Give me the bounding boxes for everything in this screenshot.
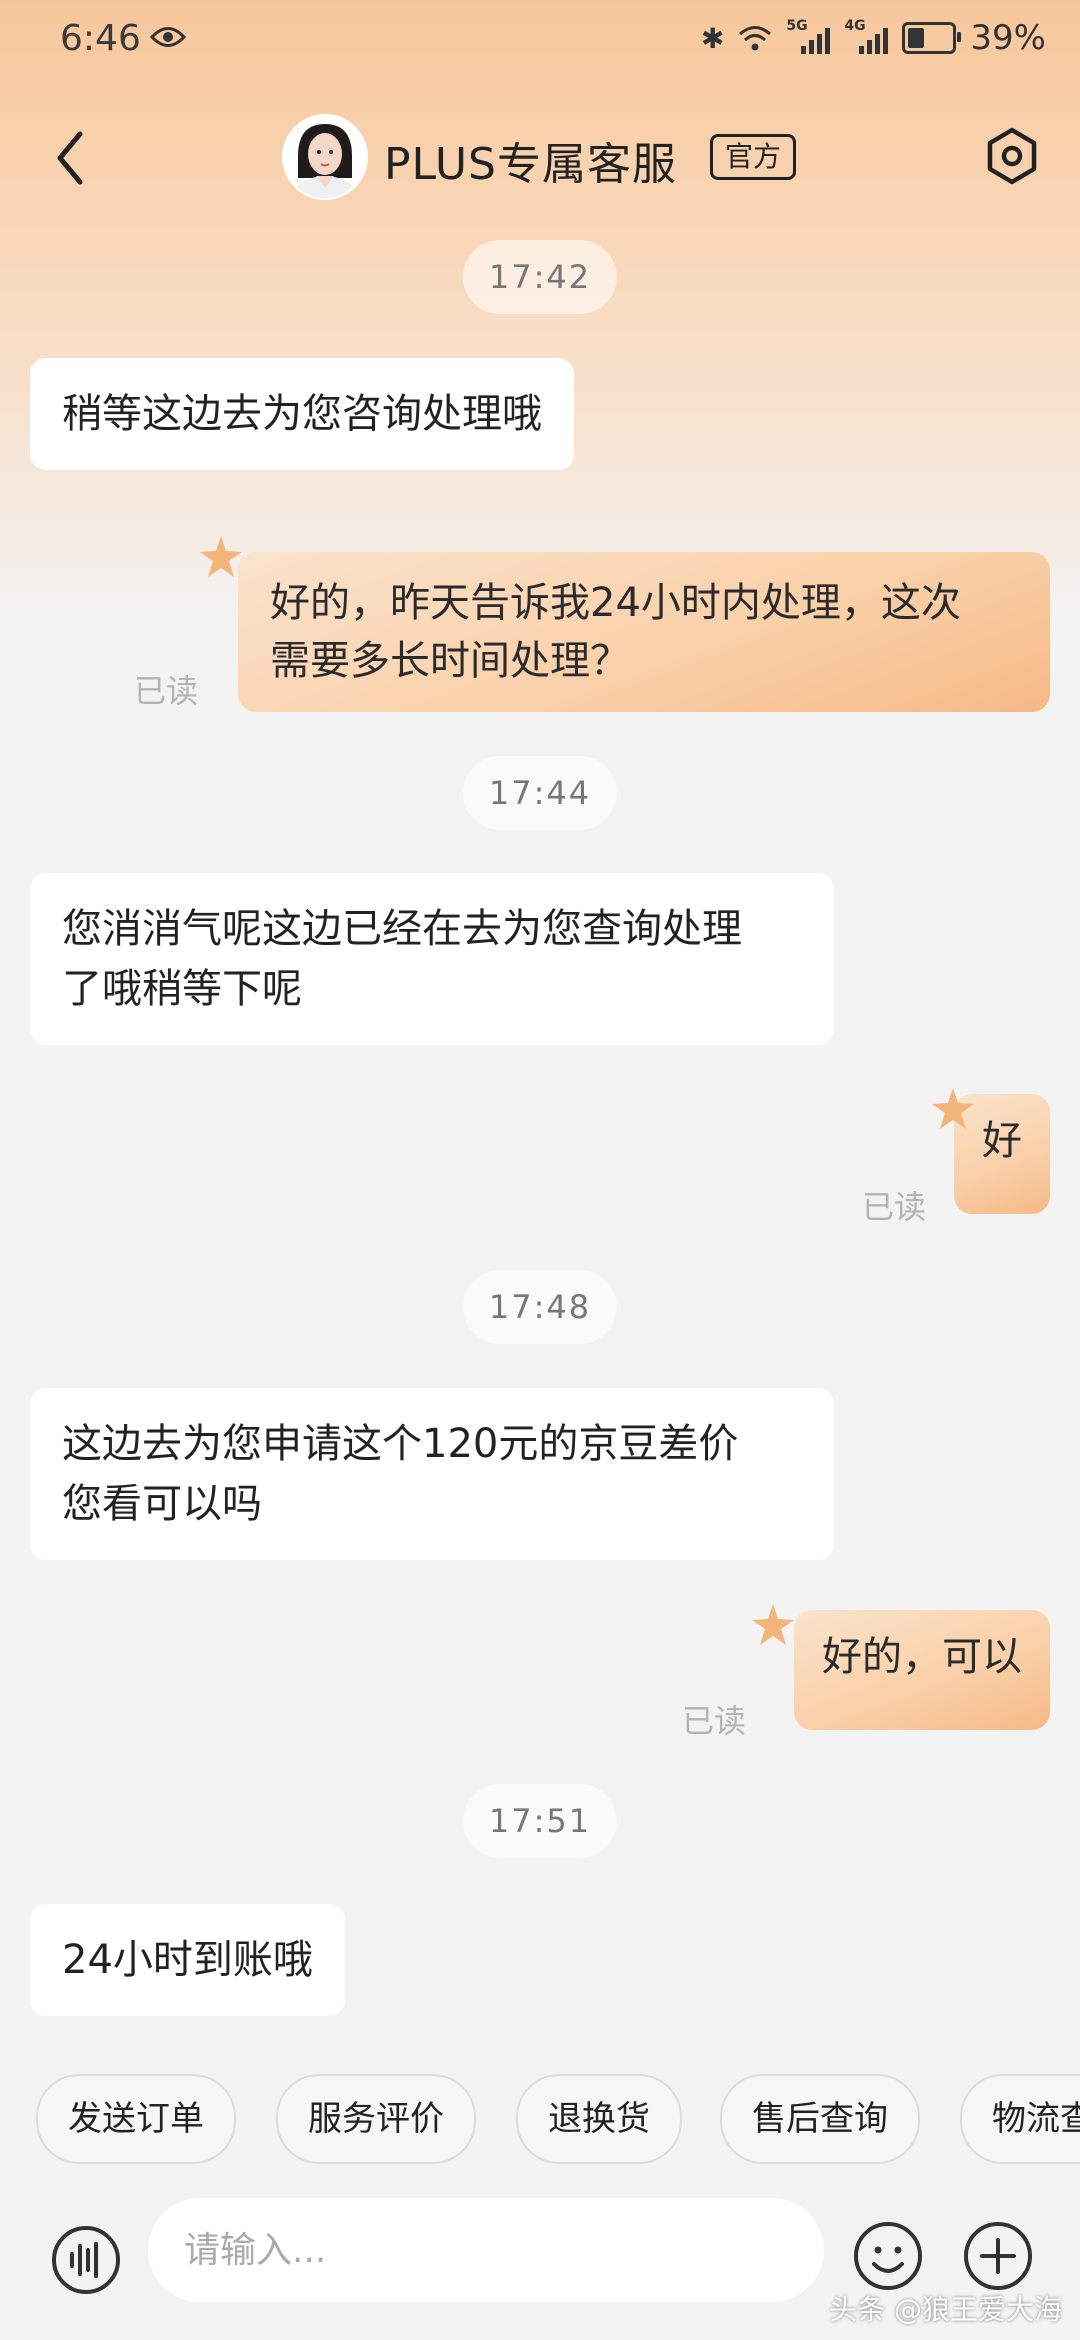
- timestamp-pill: 17:42: [462, 240, 618, 314]
- incoming-message: 这边去为您申请这个120元的京豆差价 您看可以吗: [30, 1388, 834, 1560]
- message-line: 好的，昨天告诉我24小时内处理，这次: [270, 580, 961, 626]
- outgoing-message: 好的，昨天告诉我24小时内处理，这次 需要多长时间处理？: [238, 552, 1050, 712]
- read-status: 已读: [682, 1702, 747, 1740]
- eye-icon: [150, 27, 186, 47]
- battery-icon: [902, 22, 962, 54]
- bluetooth-icon: ✱: [700, 21, 725, 55]
- incoming-message: 24小时到账哦: [30, 1904, 345, 2016]
- message-text: 24小时到账哦: [62, 1937, 313, 1983]
- quick-action-logistics[interactable]: 物流查: [960, 2074, 1080, 2164]
- message-line: 您看可以吗: [62, 1481, 262, 1527]
- message-line: 您消消气呢这边已经在去为您查询处理: [62, 906, 742, 952]
- star-decoration-icon: [932, 1088, 974, 1129]
- emoji-icon[interactable]: [852, 2220, 924, 2292]
- message-line: 需要多长时间处理？: [270, 638, 630, 684]
- quick-action-service-review[interactable]: 服务评价: [276, 2074, 476, 2164]
- timestamp-pill: 17:51: [462, 1784, 618, 1858]
- official-badge: 官方: [710, 134, 797, 180]
- status-icons: ✱ 5G 4G 39%: [701, 18, 1046, 58]
- add-more-icon[interactable]: [962, 2220, 1034, 2292]
- message-line: 了哦稍等下呢: [62, 966, 302, 1012]
- quick-action-send-order[interactable]: 发送订单: [36, 2074, 236, 2164]
- read-status: 已读: [862, 1188, 927, 1226]
- read-status: 已读: [134, 672, 199, 710]
- incoming-message: 稍等这边去为您咨询处理哦: [30, 358, 574, 470]
- quick-action-bar: 发送订单 服务评价 退换货 售后查询 物流查: [0, 2074, 1080, 2164]
- message-text: 稍等这边去为您咨询处理哦: [62, 391, 542, 437]
- status-time: 6:46: [60, 18, 141, 59]
- timestamp-pill: 17:44: [462, 756, 618, 830]
- status-bar: 6:46 ✱ 5G 4G 39%: [0, 0, 1080, 80]
- message-text: 好的，可以: [822, 1634, 1022, 1680]
- incoming-message: 您消消气呢这边已经在去为您查询处理 了哦稍等下呢: [30, 873, 834, 1045]
- star-decoration-icon: [752, 1604, 794, 1645]
- star-decoration-icon: [200, 536, 242, 577]
- back-arrow-icon[interactable]: [50, 128, 90, 188]
- quick-action-return-exchange[interactable]: 退换货: [516, 2074, 682, 2164]
- voice-input-icon[interactable]: [50, 2224, 122, 2296]
- battery-fill: [908, 28, 925, 48]
- avatar-image: [284, 116, 366, 198]
- signal-4g-icon: 4G: [844, 18, 889, 54]
- settings-hexagon-icon[interactable]: [982, 126, 1042, 186]
- quick-action-after-sales[interactable]: 售后查询: [720, 2074, 920, 2164]
- outgoing-message: 好的，可以: [794, 1610, 1050, 1730]
- wifi-icon: [739, 26, 772, 51]
- signal-5g-icon: 5G: [786, 18, 831, 54]
- message-input[interactable]: [148, 2198, 824, 2302]
- agent-avatar[interactable]: [282, 114, 368, 200]
- timestamp-pill: 17:48: [462, 1270, 618, 1344]
- chat-header: PLUS专属客服 官方: [0, 110, 1080, 200]
- message-text: 好: [982, 1118, 1022, 1164]
- message-line: 这边去为您申请这个120元的京豆差价: [62, 1421, 739, 1467]
- watermark: 头条 @狼王爱大海: [829, 2293, 1062, 2326]
- battery-percent: 39%: [970, 18, 1046, 58]
- chat-title: PLUS专属客服: [384, 139, 677, 190]
